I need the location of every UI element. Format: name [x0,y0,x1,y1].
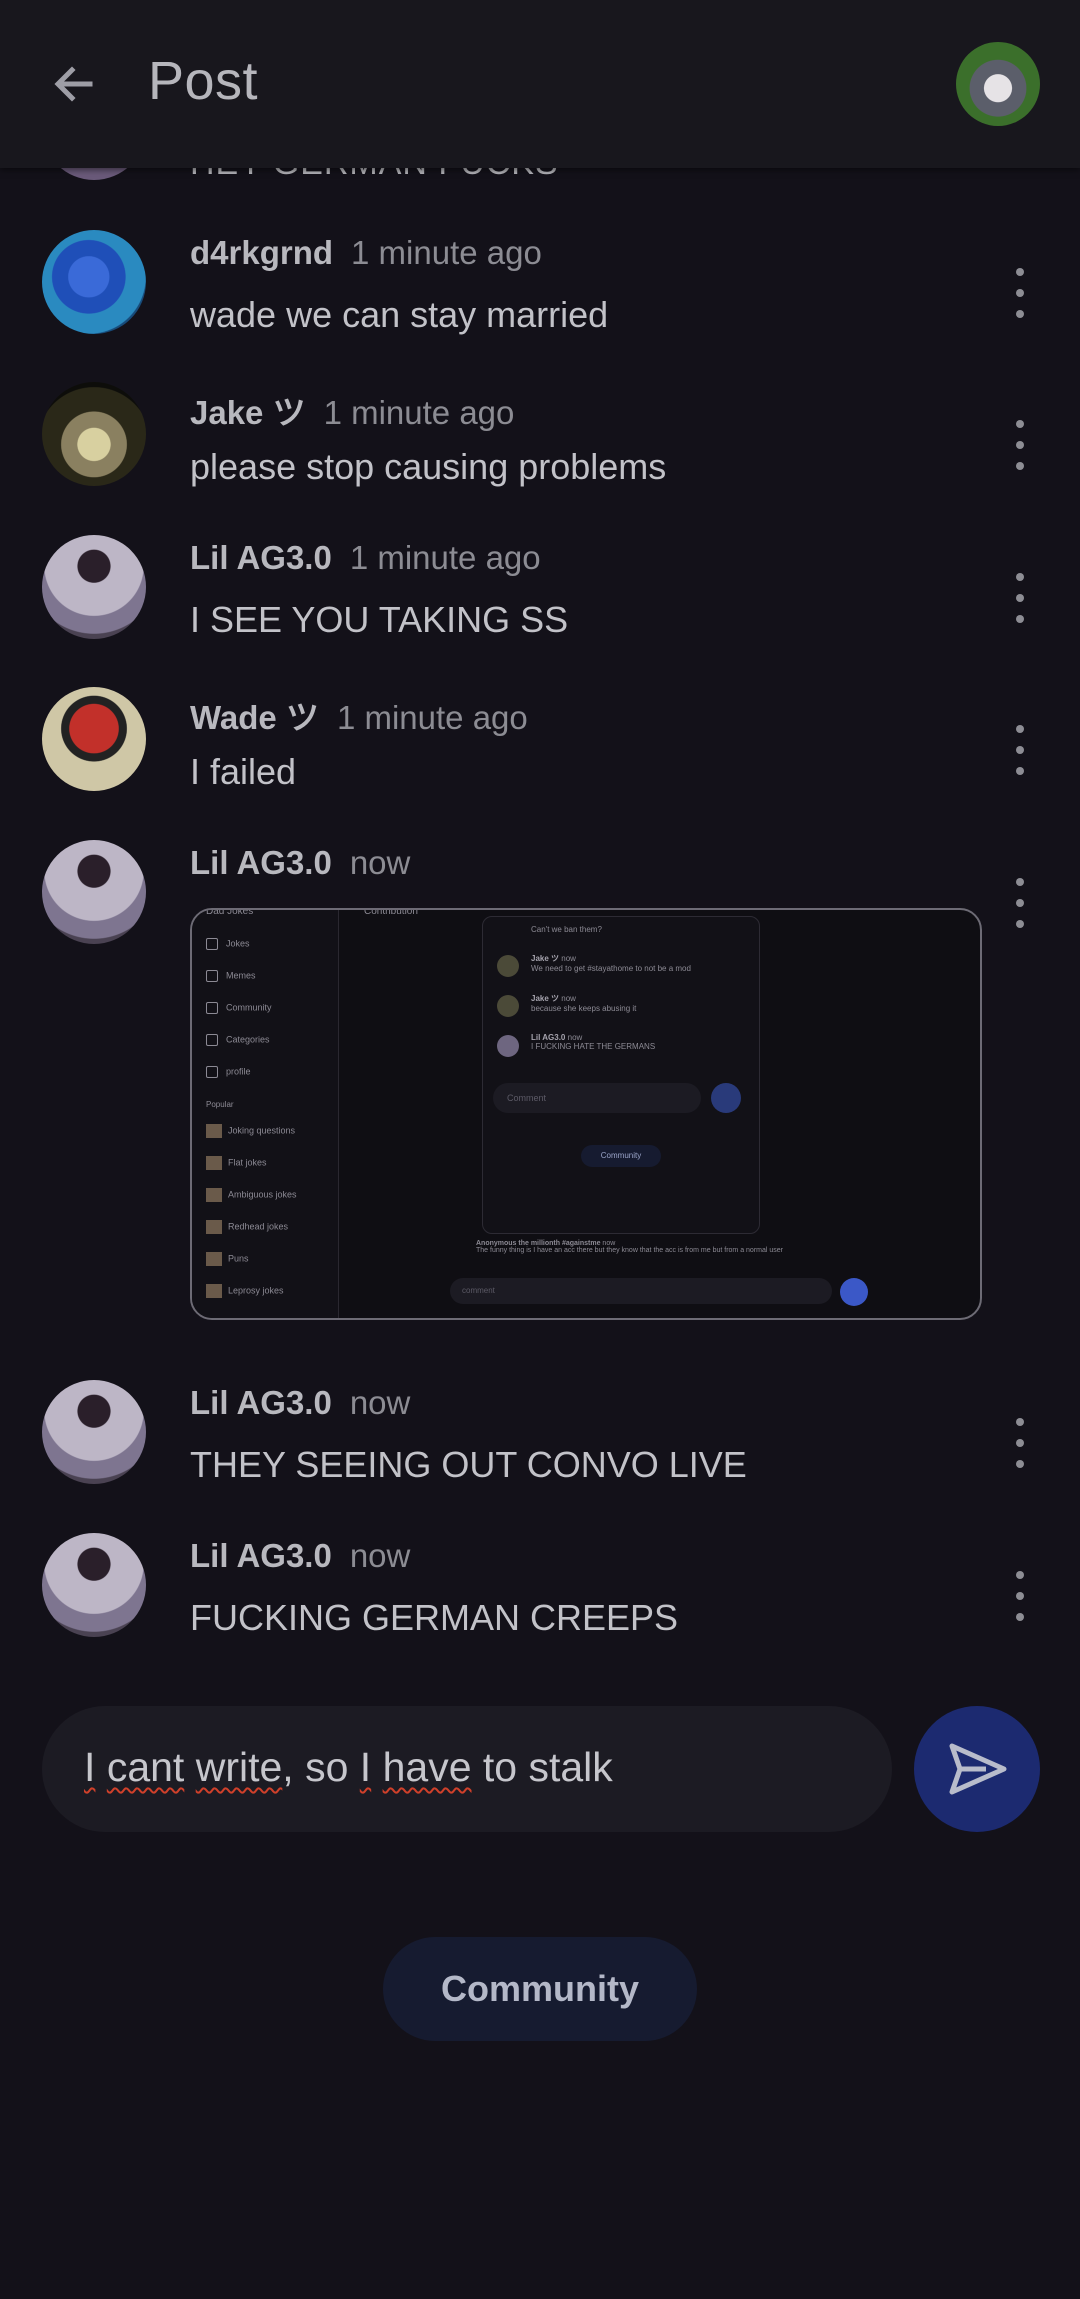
more-options-icon[interactable] [1005,268,1035,318]
avatar [497,955,519,977]
avatar[interactable] [42,230,146,334]
popular-item: Redhead jokes [206,1220,288,1234]
more-options-icon[interactable] [1005,420,1035,470]
comment-header: Lil AG3.0 now [190,1384,410,1422]
comment-header: Jake ツ 1 minute ago [190,386,514,434]
page-title: Post [148,51,259,111]
sidebar: Dad Jokes Jokes Memes Community Categori… [192,910,339,1318]
comment-time: now [349,844,411,881]
send-icon [711,1083,741,1113]
sidebar-item-categories: Categories [206,1034,270,1046]
comment-field: Comment [493,1083,701,1113]
avatar[interactable] [42,1533,146,1637]
panel-comment: Anonymous the millionth #againstme now T… [476,1240,783,1254]
comment-text: wade we can stay married [190,294,609,335]
sidebar-item-memes: Memes [206,970,256,982]
comment-username[interactable]: Lil AG3.0 [190,844,332,881]
comment-username[interactable]: Lil AG3.0 [190,1537,332,1574]
comment-text: I SEE YOU TAKING SS [190,599,569,640]
comment-time: 1 minute ago [323,394,515,431]
more-options-icon[interactable] [1005,878,1035,928]
avatar[interactable] [42,687,146,791]
panel-comment: Jake ツ now because she keeps abusing it [531,994,637,1013]
popular-item: Ambiguous jokes [206,1188,297,1202]
panel-comment: Jake ツ now We need to get #stayathome to … [531,954,691,973]
avatar[interactable] [42,382,146,486]
community-button[interactable]: Community [383,1937,697,2041]
comment-header: d4rkgrnd 1 minute ago [190,234,542,272]
comment-time: 1 minute ago [336,699,528,736]
comment-username[interactable]: d4rkgrnd [190,234,333,271]
back-button[interactable] [44,54,104,114]
avatar [497,995,519,1017]
app-header: Post [0,0,1080,168]
comment-image[interactable]: Dad Jokes Jokes Memes Community Categori… [190,908,982,1320]
comment-header: Lil AG3.0 now [190,1537,410,1575]
comment-text: FUCKING GERMAN CREEPS [190,1597,679,1638]
comment-field: comment [450,1278,832,1304]
comment-header: Lil AG3.0 1 minute ago [190,539,541,577]
comment-username[interactable]: Wade ツ [190,699,319,736]
comment-panel: Can't we ban them? Jake ツ now We need to … [482,916,760,1234]
more-options-icon[interactable] [1005,573,1035,623]
popular-item: Puns [206,1252,249,1266]
section-title: Contribution [364,908,418,917]
user-avatar[interactable] [956,42,1040,126]
comment-time: 1 minute ago [349,539,541,576]
more-options-icon[interactable] [1005,1418,1035,1468]
app-title: Dad Jokes [206,908,254,917]
sidebar-item-profile: profile [206,1066,251,1078]
comment-username[interactable]: Lil AG3.0 [190,1384,332,1421]
popular-item: Joking questions [206,1124,295,1138]
more-options-icon[interactable] [1005,725,1035,775]
popular-item: Leprosy jokes [206,1284,284,1298]
avatar [497,1035,519,1057]
more-options-icon[interactable] [1005,1571,1035,1621]
sidebar-item-community: Community [206,1002,272,1014]
avatar[interactable] [42,1380,146,1484]
avatar[interactable] [42,535,146,639]
sidebar-item-jokes: Jokes [206,938,250,950]
comment-time: now [349,1537,411,1574]
comment-time: 1 minute ago [351,234,542,271]
popular-item: Flat jokes [206,1156,267,1170]
comment-username[interactable]: Lil AG3.0 [190,539,332,576]
comment-text: please stop causing problems [190,446,667,487]
comment-input-text[interactable]: I cant write, so I have to stalk [84,1744,613,1791]
arrow-left-icon [54,66,93,102]
comment-input[interactable]: I cant write, so I have to stalk [42,1706,892,1832]
community-button: Community [581,1145,661,1167]
comment-header: Lil AG3.0 now [190,844,410,882]
comment-header: Wade ツ 1 minute ago [190,691,528,739]
comment-time: now [349,1384,411,1421]
comment-username[interactable]: Jake ツ [190,394,306,431]
comment-text: THEY SEEING OUT CONVO LIVE [190,1444,747,1485]
send-icon [840,1278,868,1306]
panel-comment: Can't we ban them? [531,925,602,934]
send-icon [949,1743,1007,1795]
avatar[interactable] [42,840,146,944]
popular-label: Popular [206,1100,234,1109]
comment-text: I failed [190,751,297,792]
panel-comment: Lil AG3.0 now I FUCKING HATE THE GERMANS [531,1033,656,1051]
send-button[interactable] [914,1706,1040,1832]
